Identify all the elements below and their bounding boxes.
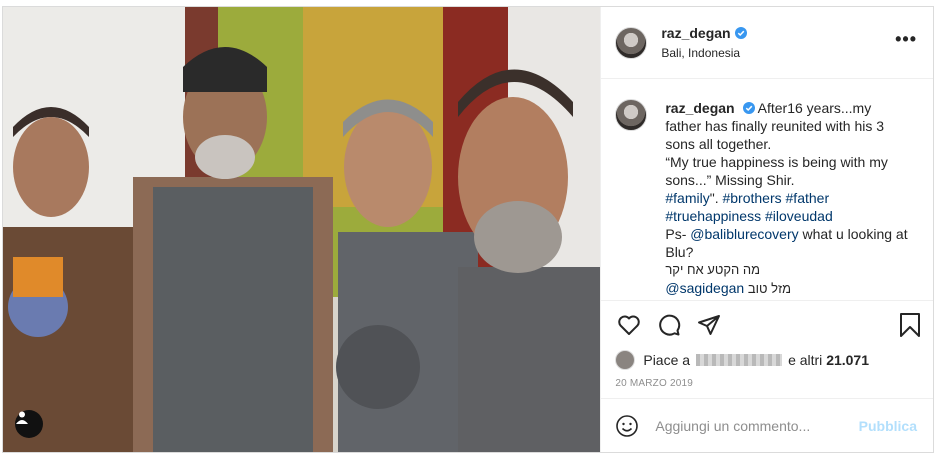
save-button[interactable] (899, 312, 921, 343)
like-button[interactable] (615, 311, 643, 339)
hashtag-iloveudad[interactable]: #iloveudad (765, 208, 833, 224)
instagram-post: raz_degan Bali, Indonesia ••• raz_degan … (2, 6, 934, 453)
verified-badge-icon (742, 102, 755, 114)
comment-input[interactable] (655, 417, 859, 434)
caption-username[interactable]: raz_degan (665, 100, 734, 116)
mention-baliblurecovery[interactable]: @baliblurecovery (690, 226, 798, 242)
comment-button[interactable] (655, 311, 683, 339)
blurred-username[interactable] (696, 354, 783, 366)
bookmark-icon (900, 313, 920, 337)
likes-prefix: Piace a (643, 352, 691, 368)
liker-avatar[interactable] (615, 350, 636, 370)
hashtag-father[interactable]: #father (786, 190, 830, 206)
post-sidebar: raz_degan Bali, Indonesia ••• raz_degan … (600, 7, 933, 452)
hashtag-brothers[interactable]: #brothers (722, 190, 781, 206)
hashtag-family[interactable]: #family (665, 190, 709, 206)
emoji-icon[interactable] (615, 414, 639, 438)
heart-icon (618, 315, 641, 335)
likes-count[interactable]: 21.071 (826, 352, 869, 368)
post-header: raz_degan Bali, Indonesia ••• (601, 7, 933, 79)
user-tag-button[interactable] (15, 410, 43, 438)
share-button[interactable] (695, 311, 723, 339)
more-options-button[interactable]: ••• (895, 30, 917, 48)
action-bar (601, 300, 933, 348)
comment-icon (659, 314, 681, 336)
author-avatar[interactable] (615, 26, 648, 59)
hebrew-line: מה הקטע אח יקר (665, 262, 761, 277)
caption-hashtags-row: #family". #brothers #father #truehappine… (665, 190, 832, 224)
ps-prefix: Ps- (665, 226, 691, 242)
caption-line-2: “My true happiness is being with my sons… (665, 154, 888, 188)
author-username[interactable]: raz_degan (661, 25, 730, 41)
hashtag-truehappiness[interactable]: #truehappiness (665, 208, 761, 224)
author-username-row: raz_degan (661, 25, 747, 41)
post-location[interactable]: Bali, Indonesia (661, 46, 746, 60)
post-date[interactable]: 20 MARZO 2019 (601, 372, 933, 398)
more-horizontal-icon: ••• (895, 29, 917, 49)
publish-button[interactable]: Pubblica (859, 418, 917, 434)
caption-area: raz_degan After16 years...my father has … (601, 79, 933, 300)
hashtag-separator: ". (709, 190, 719, 206)
share-icon (698, 314, 721, 335)
likes-row: Piace a e altri 21.071 (601, 348, 933, 372)
mention-sagidegan[interactable]: @sagidegan (665, 280, 744, 296)
post-photo[interactable] (3, 7, 601, 452)
likes-suffix: e altri (788, 352, 823, 368)
hebrew-tail: מזל טוב (744, 281, 792, 296)
photo-illustration (3, 7, 601, 452)
comment-box: Pubblica (601, 398, 933, 452)
caption-avatar[interactable] (615, 99, 648, 131)
post-caption: raz_degan After16 years...my father has … (665, 99, 910, 300)
user-tag-icon (16, 411, 28, 424)
verified-badge-icon (734, 27, 747, 39)
